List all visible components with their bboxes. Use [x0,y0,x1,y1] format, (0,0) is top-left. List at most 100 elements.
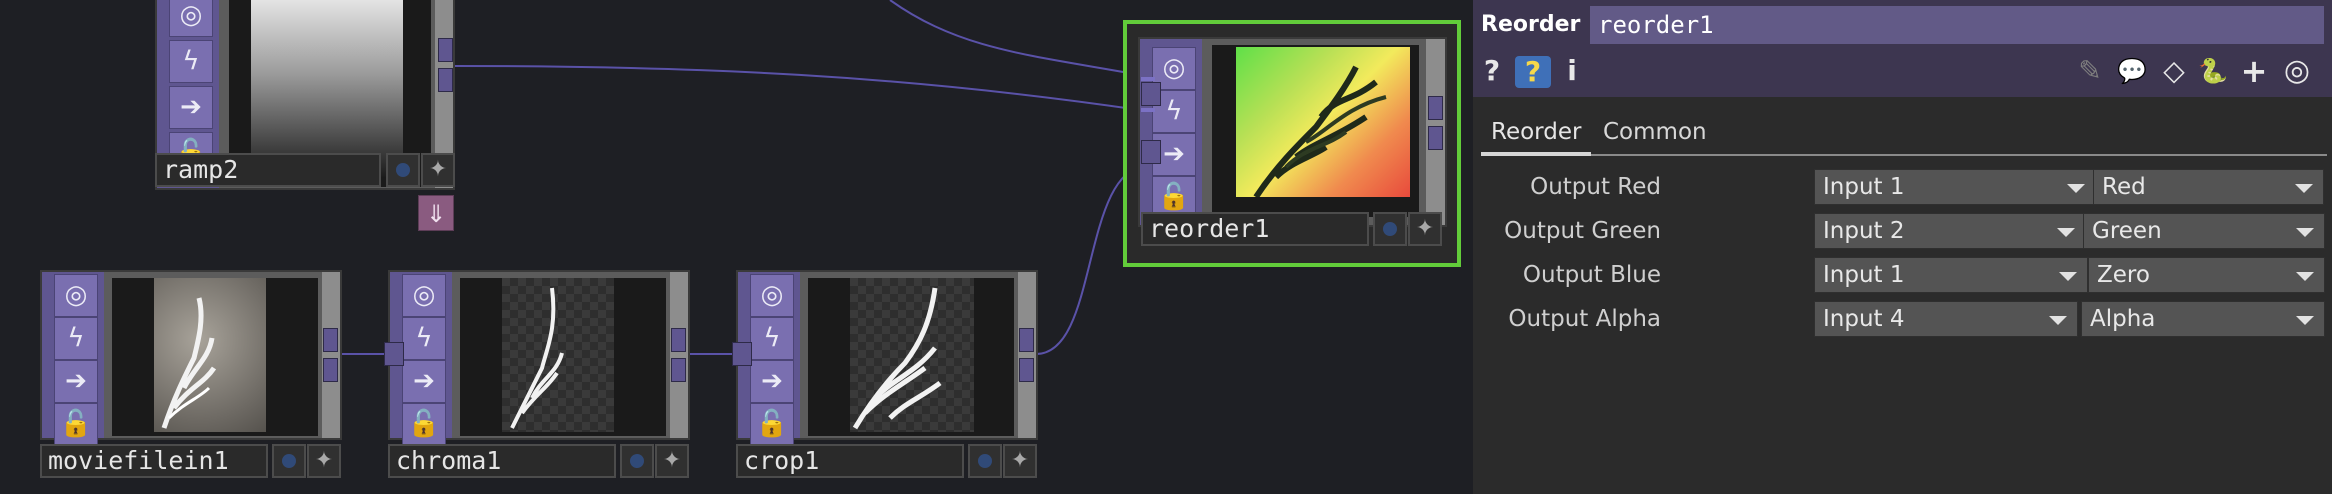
bypass-icon[interactable]: ϟ [402,317,446,360]
chevron-down-icon [2049,316,2067,325]
display-flag-icon[interactable]: ➔ [750,360,794,403]
clone-icon[interactable]: ◇ [2157,52,2191,90]
moviefilein1-output-connector[interactable] [323,328,338,352]
reorder1-foliage-shape [1253,65,1387,197]
chroma1-star-icon[interactable]: ✦ [655,444,689,478]
node-name-crop1[interactable]: crop1 [736,444,964,478]
chroma1-output-strip [670,272,688,438]
crop1-flag-button[interactable] [968,444,1002,478]
help-icon[interactable]: ? [1479,52,1505,90]
reorder1-output-connector-2[interactable] [1428,126,1443,150]
reorder1-flag-button[interactable] [1373,212,1407,246]
chevron-down-icon [2296,316,2314,325]
moviefilein1-star-icon[interactable]: ✦ [307,444,341,478]
input-select-menu[interactable]: Input 4 [1814,301,2078,337]
lock-icon[interactable]: 🔓 [402,403,446,446]
crop1-foliage-shape [852,287,942,430]
node-name-moviefilein1[interactable]: moviefilein1 [40,444,268,478]
lock-icon[interactable]: 🔓 [750,403,794,446]
ramp2-star-icon[interactable]: ✦ [421,153,455,187]
reorder1-input-connector-1[interactable] [1141,82,1161,106]
moviefilein1-viewer [112,278,318,436]
chroma1-output-connector-2[interactable] [671,358,686,382]
tab-reorder[interactable]: Reorder [1481,110,1592,156]
chroma1-foliage-shape [510,287,564,429]
node-name-chroma1[interactable]: chroma1 [388,444,616,478]
input-select-menu[interactable]: Input 1 [1814,257,2088,293]
chevron-down-icon [2296,272,2314,281]
info-icon[interactable]: i [1559,52,1585,90]
chroma1-flag-dot [630,454,644,468]
moviefilein1-output-connector-2[interactable] [323,358,338,382]
menu-value: Input 2 [1823,218,1905,244]
display-flag-icon[interactable]: ➔ [169,86,213,129]
bypass-icon[interactable]: ϟ [750,317,794,360]
viewer-active-icon[interactable]: ◎ [402,274,446,317]
ramp2-output-connector[interactable] [438,38,453,62]
chroma1-input-connector[interactable] [384,342,404,366]
reorder1-output-connector[interactable] [1428,96,1443,120]
menu-value: Input 1 [1823,174,1905,200]
viewer-active-icon[interactable]: ◎ [54,274,98,317]
chroma1-flag-button[interactable] [620,444,654,478]
operator-name-field[interactable]: reorder1 [1590,6,2324,44]
tab-common[interactable]: Common [1593,110,1717,156]
param-row-output-blue: Output Blue Input 1 Zero [1473,257,2332,293]
reorder1-preview-image [1236,47,1410,197]
python-icon[interactable]: 🐍 [2195,52,2231,90]
channel-select-menu[interactable]: Zero [2088,257,2325,293]
parameter-panel: Reorder reorder1 ? ? i ✎ 💬 ◇ 🐍 + ◎ Reord… [1473,0,2332,494]
reorder1-input-connector-2[interactable] [1141,140,1161,164]
reorder1-flag-dot [1383,222,1397,236]
input-select-menu[interactable]: Input 2 [1814,213,2086,249]
channel-select-menu[interactable]: Alpha [2081,301,2325,337]
reorder1-input-line-2 [1141,108,1155,112]
viewer-active-icon[interactable]: ◎ [750,274,794,317]
reorder1-star-icon[interactable]: ✦ [1408,212,1442,246]
crop1-output-connector[interactable] [1019,328,1034,352]
bypass-icon[interactable]: ϟ [54,317,98,360]
down-arrow-button[interactable]: ⇓ [418,195,454,231]
crop1-output-connector-2[interactable] [1019,358,1034,382]
network-editor[interactable]: ◎ ϟ ➔ 🔓 ramp2 ✦ ⇓ ◎ [0,0,1473,494]
chroma1-output-connector[interactable] [671,328,686,352]
chevron-down-icon [2067,184,2085,193]
wire-top-offscreen [889,0,1141,76]
channel-select-menu[interactable]: Red [2093,169,2324,205]
node-name-ramp2[interactable]: ramp2 [155,153,381,187]
viewer-active-icon[interactable]: ◎ [169,0,213,37]
node-ramp2[interactable]: ◎ ϟ ➔ 🔓 ramp2 ✦ [155,0,455,192]
node-reorder1[interactable]: ◎ ϟ ➔ 🔓 reorder1 ✦ [1123,20,1461,267]
display-flag-icon[interactable]: ➔ [54,360,98,403]
crop1-input-connector[interactable] [732,342,752,366]
panel-header: Reorder reorder1 ? ? i ✎ 💬 ◇ 🐍 + ◎ [1473,0,2332,97]
param-row-output-green: Output Green Input 2 Green [1473,213,2332,249]
node-crop1[interactable]: ◎ ϟ ➔ 🔓 crop1 ✦ [732,270,1038,482]
moviefilein1-preview-image [154,278,266,432]
chroma1-preview-image [502,278,614,432]
bypass-icon[interactable]: ϟ [169,40,213,83]
node-name-reorder1[interactable]: reorder1 [1141,212,1369,246]
display-flag-icon[interactable]: ➔ [402,360,446,403]
lock-icon[interactable]: 🔓 [54,403,98,446]
pencil-icon[interactable]: ✎ [2073,52,2107,90]
channel-select-menu[interactable]: Green [2083,213,2325,249]
crop1-star-icon[interactable]: ✦ [1003,444,1037,478]
python-help-icon[interactable]: ? [1515,56,1551,88]
node-moviefilein1[interactable]: ◎ ϟ ➔ 🔓 moviefilein1 ✦ [40,270,342,482]
viewer-icon[interactable]: ◎ [2279,52,2315,90]
menu-value: Alpha [2090,306,2156,332]
node-chroma1[interactable]: ◎ ϟ ➔ 🔓 chroma1 ✦ [384,270,690,482]
input-select-menu[interactable]: Input 1 [1814,169,2096,205]
operator-type-label: Reorder [1481,12,1581,37]
moviefilein1-flag-button[interactable] [272,444,306,478]
menu-value: Green [2092,218,2162,244]
param-row-output-alpha: Output Alpha Input 4 Alpha [1473,301,2332,337]
comment-icon[interactable]: 💬 [2113,52,2151,90]
ramp2-output-connector-2[interactable] [438,68,453,92]
menu-value: Red [2102,174,2146,200]
chroma1-viewer [460,278,666,436]
add-icon[interactable]: + [2237,52,2271,90]
wire-ramp2-to-reorder1 [454,65,1141,111]
ramp2-flag-button[interactable] [386,153,420,187]
